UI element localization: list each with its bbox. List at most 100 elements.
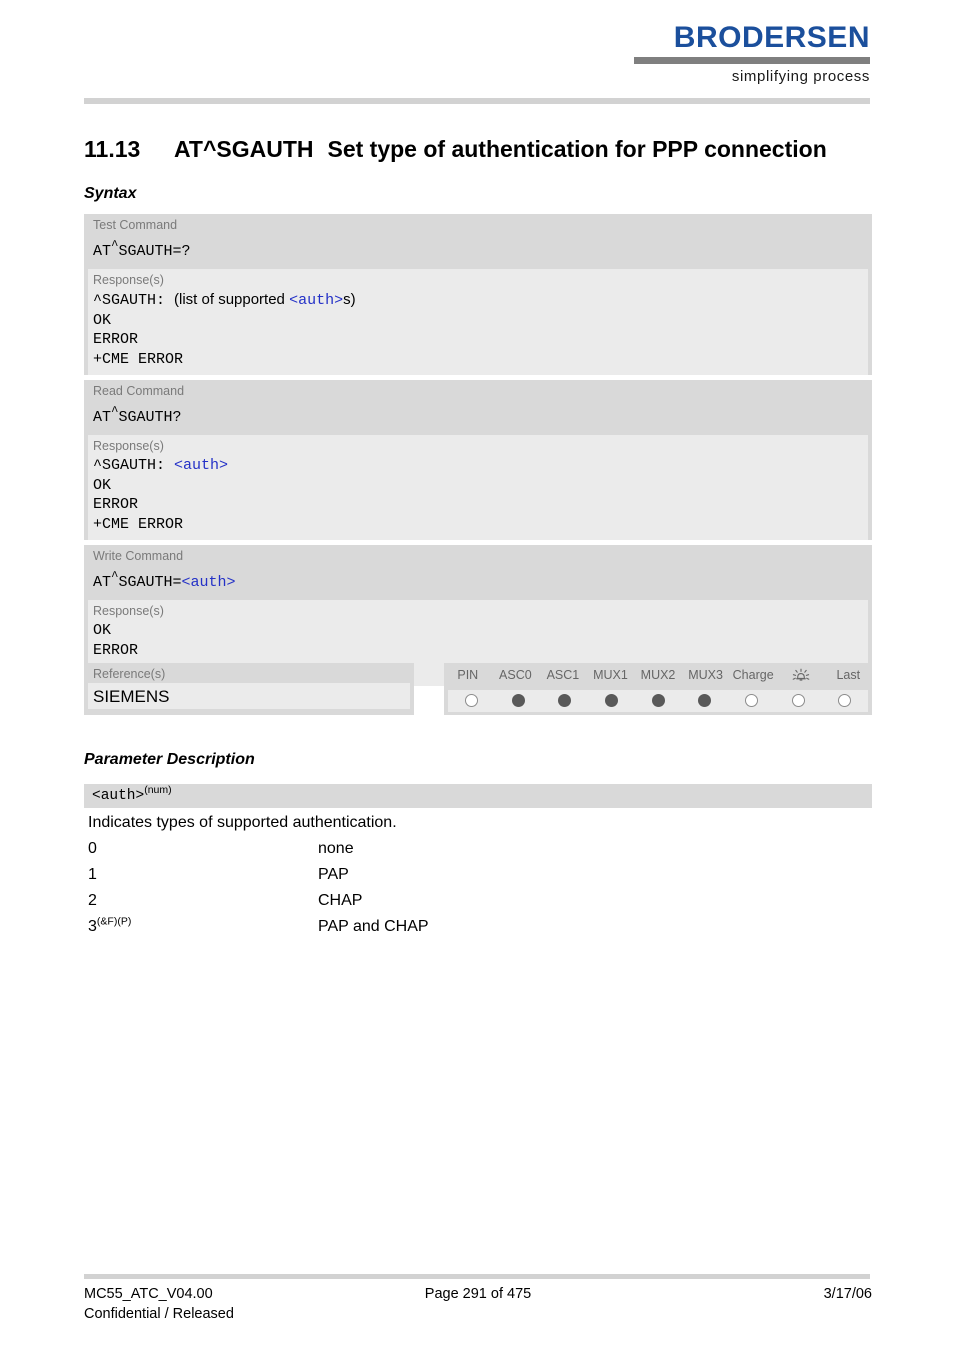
capability-header-alarm: [777, 667, 825, 688]
write-command-syntax: AT^SGAUTH=<auth>: [84, 566, 872, 600]
parameter-value-sup: (&F)(P): [96, 915, 132, 928]
capability-header-mux3: MUX3: [688, 668, 723, 682]
parameter-value-text: CHAP: [318, 892, 363, 909]
write-response-line: ERROR: [93, 641, 139, 659]
capability-dot-mux2: [651, 694, 665, 707]
read-command-block: Read Command AT^SGAUTH? Response(s) ^SGA…: [84, 380, 872, 540]
capability-dot-cell-last: [821, 694, 868, 707]
read-response-prefix: ^SGAUTH:: [93, 457, 175, 474]
test-response-line: ERROR: [93, 331, 139, 348]
write-command-param: <auth>: [181, 574, 236, 591]
read-command-label: Read Command: [93, 384, 185, 398]
capability-header-asc0: ASC0: [499, 668, 532, 682]
capability-dot-charge: [744, 694, 758, 707]
reference-label: Reference(s): [93, 667, 166, 681]
read-response-label: Response(s): [93, 439, 164, 453]
page-footer: MC55_ATC_V04.00 Page 291 of 475 3/17/06 …: [84, 1284, 872, 1328]
reference-capability-row: Reference(s) SIEMENS PIN ASC0 ASC1 MUX1 …: [84, 663, 872, 715]
document-page: BRODERSEN simplifying process 11.13 AT^SG…: [0, 0, 954, 1351]
read-response-line: OK: [93, 476, 112, 494]
footer-line-primary: MC55_ATC_V04.00 Page 291 of 475 3/17/06: [84, 1284, 872, 1304]
parameter-value-list: 0 none 1 PAP 2 CHAP 3(&F)(P) PAP and CHA…: [88, 840, 688, 944]
test-command-label: Test Command: [93, 218, 178, 232]
parameter-value-number: 3: [88, 918, 97, 935]
capability-dot-cell-asc0: [495, 694, 542, 707]
logo-wordmark: BRODERSEN: [673, 21, 870, 54]
parameter-value-text: PAP and CHAP: [318, 918, 429, 935]
parameter-description-heading: Parameter Description: [84, 751, 255, 768]
footer-classification: Confidential / Released: [84, 1306, 234, 1322]
parameter-value-row: 3(&F)(P) PAP and CHAP: [88, 915, 688, 944]
capability-dot-cell-pin: [448, 694, 495, 707]
page-title: 11.13 AT^SGAUTH Set type of authentication…: [84, 136, 874, 163]
read-command-response-panel: Response(s) ^SGAUTH: <auth> OK ERROR +CM…: [88, 435, 868, 540]
capability-header-asc1: ASC1: [546, 668, 580, 682]
capability-dot-cell-mux3: [681, 694, 728, 707]
logo-tagline: simplifying process: [731, 68, 870, 85]
capability-header-mux1: MUX1: [593, 668, 628, 682]
read-command-caret: ^: [111, 405, 119, 419]
reference-box: Reference(s) SIEMENS: [84, 663, 414, 715]
test-response-line: +CME ERROR: [93, 350, 184, 368]
capability-dot-cell-alarm: [775, 694, 822, 707]
parameter-value-text: none: [318, 840, 354, 857]
parameter-name: <auth>: [92, 788, 145, 804]
test-command-response-panel: Response(s) ^SGAUTH: (list of supported …: [88, 269, 868, 375]
capability-headers: PIN ASC0 ASC1 MUX1 MUX2 MUX3 Charge Last: [444, 663, 872, 688]
capability-header-pin: PIN: [457, 668, 479, 682]
parameter-value-row: 2 CHAP: [88, 892, 688, 918]
test-command-caret: ^: [111, 239, 119, 253]
capability-dot-mux3: [698, 694, 712, 707]
test-response-suffix: s): [343, 291, 356, 308]
capability-dot-asc0: [511, 694, 525, 707]
footer-line-secondary: Confidential / Released: [84, 1304, 872, 1324]
reference-value-box: SIEMENS: [88, 683, 410, 709]
read-response-line: ERROR: [93, 496, 139, 513]
parameter-name-text: <auth>(num): [84, 784, 872, 809]
parameter-value-key: 2: [88, 892, 318, 910]
capability-dot-cell-mux2: [635, 694, 682, 707]
parameter-value-number: 1: [88, 866, 97, 883]
test-response-line: OK: [93, 311, 112, 329]
parameter-name-bar: <auth>(num): [84, 784, 872, 808]
parameter-value-key: 3(&F)(P): [88, 915, 318, 936]
alarm-bell-icon: [791, 667, 811, 688]
read-command-prefix: AT: [93, 409, 112, 426]
write-command-caret: ^: [111, 570, 119, 584]
syntax-blocks: Test Command AT^SGAUTH=? Response(s) ^SG…: [84, 214, 872, 691]
write-response-line: OK: [93, 622, 112, 639]
parameter-value-text: PAP: [318, 866, 349, 883]
page-header: BRODERSEN simplifying process: [84, 22, 870, 94]
capability-dot-last: [838, 694, 852, 707]
write-command-label: Write Command: [93, 549, 184, 563]
chapter-description: Set type of authentication for PPP conne…: [327, 136, 827, 162]
test-response-label: Response(s): [93, 273, 164, 287]
capability-box: PIN ASC0 ASC1 MUX1 MUX2 MUX3 Charge Last: [444, 663, 872, 715]
capability-header-charge: Charge: [732, 668, 774, 682]
parameter-description-text: Indicates types of supported authenticat…: [88, 814, 397, 831]
brodersen-logo: BRODERSEN simplifying process: [634, 22, 870, 85]
footer-page-number: Page 291 of 475: [424, 1286, 532, 1302]
chapter-command: AT^SGAUTH: [174, 136, 314, 162]
chapter-number: 11.13: [84, 136, 141, 162]
test-command-block: Test Command AT^SGAUTH=? Response(s) ^SG…: [84, 214, 872, 375]
read-response-head: ^SGAUTH: <auth>: [88, 456, 868, 476]
capability-header-mux2: MUX2: [640, 668, 676, 682]
reference-value: SIEMENS: [93, 687, 170, 706]
parameter-value-number: 2: [88, 892, 97, 909]
parameter-value-row: 0 none: [88, 840, 688, 866]
footer-date: 3/17/06: [823, 1286, 872, 1302]
write-command-suffix: SGAUTH=: [118, 574, 182, 591]
read-command-syntax: AT^SGAUTH?: [84, 401, 872, 435]
test-response-param: <auth>: [289, 292, 344, 309]
parameter-value-key: 0: [88, 840, 318, 858]
capability-dot-asc1: [558, 694, 572, 707]
capability-dot-alarm: [791, 694, 805, 707]
syntax-heading: Syntax: [84, 185, 137, 202]
test-command-prefix: AT: [93, 243, 112, 260]
test-response-head: ^SGAUTH: (list of supported <auth>s): [88, 290, 868, 311]
read-response-param: <auth>: [174, 457, 229, 474]
capability-header-last: Last: [836, 668, 861, 682]
capability-dot-cell-mux1: [588, 694, 635, 707]
test-command-suffix: SGAUTH=?: [118, 243, 191, 260]
